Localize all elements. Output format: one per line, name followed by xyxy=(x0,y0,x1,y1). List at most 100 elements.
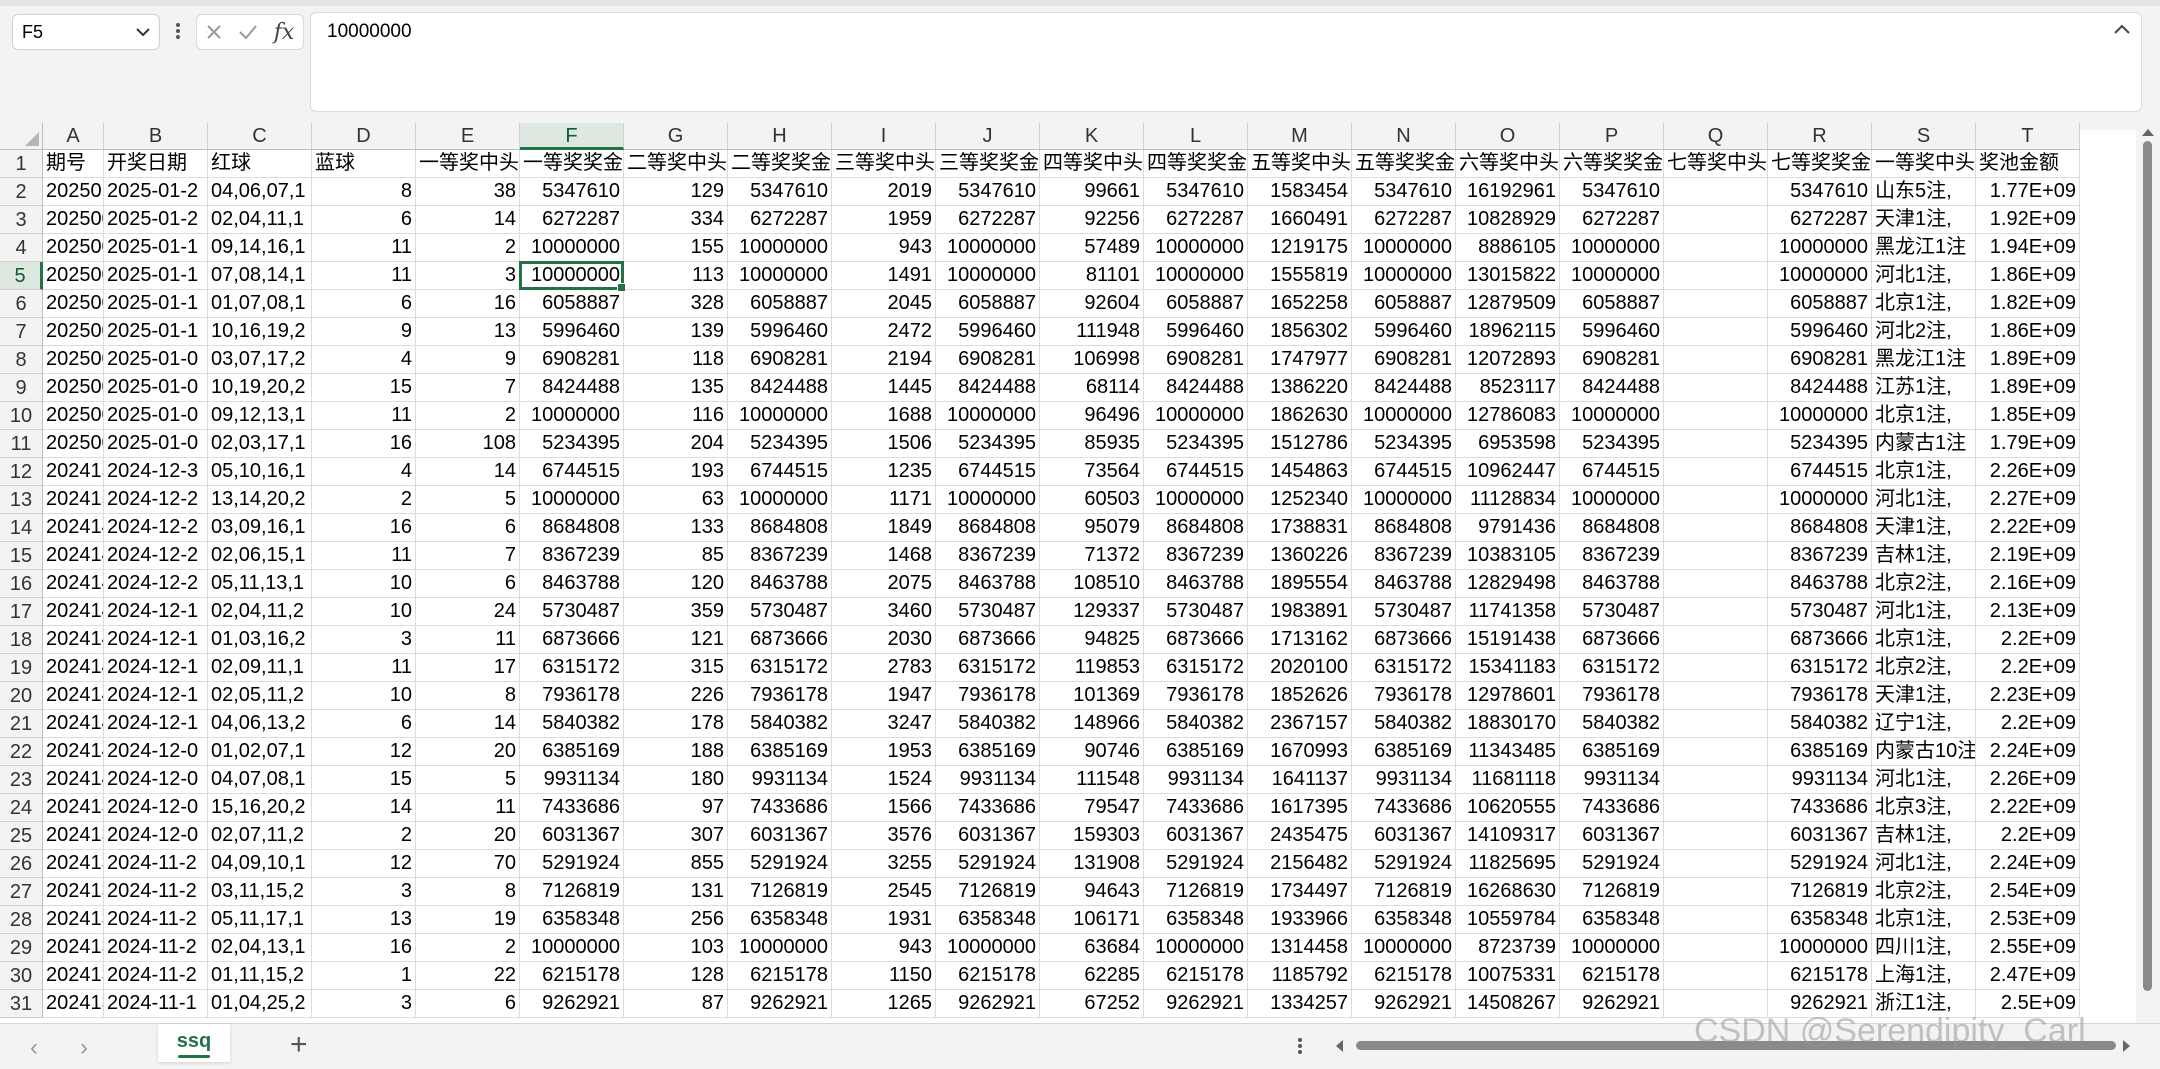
row-header-22[interactable]: 22 xyxy=(0,738,43,766)
cell-F10[interactable]: 10000000 xyxy=(520,402,624,430)
cell-L31[interactable]: 9262921 xyxy=(1144,990,1248,1018)
cell-O7[interactable]: 18962115 xyxy=(1456,318,1560,346)
cell-C19[interactable]: 02,09,11,1 xyxy=(208,654,312,682)
cell-F2[interactable]: 5347610 xyxy=(520,178,624,206)
cell-E15[interactable]: 7 xyxy=(416,542,520,570)
cell-R24[interactable]: 7433686 xyxy=(1768,794,1872,822)
cell-O25[interactable]: 14109317 xyxy=(1456,822,1560,850)
cell-L22[interactable]: 6385169 xyxy=(1144,738,1248,766)
cell-G22[interactable]: 188 xyxy=(624,738,728,766)
scroll-left-arrow-icon[interactable] xyxy=(1334,1039,1344,1053)
cell-M26[interactable]: 2156482 xyxy=(1248,850,1352,878)
cell-B29[interactable]: 2024-11-2 xyxy=(104,934,208,962)
cell-B30[interactable]: 2024-11-2 xyxy=(104,962,208,990)
cell-Q10[interactable] xyxy=(1664,402,1768,430)
column-header-O[interactable]: O xyxy=(1456,123,1560,150)
cell-I10[interactable]: 1688 xyxy=(832,402,936,430)
cell-M5[interactable]: 1555819 xyxy=(1248,262,1352,290)
cell-A24[interactable]: 2024139 xyxy=(43,794,104,822)
cell-K30[interactable]: 62285 xyxy=(1040,962,1144,990)
cell-E18[interactable]: 11 xyxy=(416,626,520,654)
cell-F23[interactable]: 9931134 xyxy=(520,766,624,794)
cell-Q30[interactable] xyxy=(1664,962,1768,990)
cell-Q5[interactable] xyxy=(1664,262,1768,290)
cell-N19[interactable]: 6315172 xyxy=(1352,654,1456,682)
cell-K26[interactable]: 131908 xyxy=(1040,850,1144,878)
cell-D16[interactable]: 10 xyxy=(312,570,416,598)
cell-F3[interactable]: 6272287 xyxy=(520,206,624,234)
cell-A17[interactable]: 2024146 xyxy=(43,598,104,626)
cell-S22[interactable]: 内蒙古10注 xyxy=(1872,738,1976,766)
cell-J13[interactable]: 10000000 xyxy=(936,486,1040,514)
cell-J10[interactable]: 10000000 xyxy=(936,402,1040,430)
cell-Q20[interactable] xyxy=(1664,682,1768,710)
cell-M16[interactable]: 1895554 xyxy=(1248,570,1352,598)
cell-S21[interactable]: 辽宁1注, xyxy=(1872,710,1976,738)
function-icon[interactable]: fx xyxy=(267,15,301,49)
cell-E24[interactable]: 11 xyxy=(416,794,520,822)
cell-P30[interactable]: 6215178 xyxy=(1560,962,1664,990)
cell-D22[interactable]: 12 xyxy=(312,738,416,766)
cell-C22[interactable]: 01,02,07,1 xyxy=(208,738,312,766)
cell-I4[interactable]: 943 xyxy=(832,234,936,262)
cell-J11[interactable]: 5234395 xyxy=(936,430,1040,458)
cell-R26[interactable]: 5291924 xyxy=(1768,850,1872,878)
cell-J2[interactable]: 5347610 xyxy=(936,178,1040,206)
cell-B21[interactable]: 2024-12-1 xyxy=(104,710,208,738)
cell-M8[interactable]: 1747977 xyxy=(1248,346,1352,374)
cell-T17[interactable]: 2.13E+09 xyxy=(1976,598,2080,626)
cell-K11[interactable]: 85935 xyxy=(1040,430,1144,458)
cell-E3[interactable]: 14 xyxy=(416,206,520,234)
cell-F17[interactable]: 5730487 xyxy=(520,598,624,626)
row-header-6[interactable]: 6 xyxy=(0,290,43,318)
tab-split-handle-icon[interactable] xyxy=(1296,1034,1304,1058)
cell-P22[interactable]: 6385169 xyxy=(1560,738,1664,766)
cell-R3[interactable]: 6272287 xyxy=(1768,206,1872,234)
cell-S20[interactable]: 天津1注, xyxy=(1872,682,1976,710)
cell-E9[interactable]: 7 xyxy=(416,374,520,402)
cell-C25[interactable]: 02,07,11,2 xyxy=(208,822,312,850)
cell-C17[interactable]: 02,04,11,2 xyxy=(208,598,312,626)
cell-K1[interactable]: 四等奖中头 xyxy=(1040,150,1144,178)
cell-I28[interactable]: 1931 xyxy=(832,906,936,934)
cell-F29[interactable]: 10000000 xyxy=(520,934,624,962)
cell-O24[interactable]: 10620555 xyxy=(1456,794,1560,822)
cell-C27[interactable]: 03,11,15,2 xyxy=(208,878,312,906)
row-header-31[interactable]: 31 xyxy=(0,990,43,1018)
cell-O29[interactable]: 8723739 xyxy=(1456,934,1560,962)
cell-C20[interactable]: 02,05,11,2 xyxy=(208,682,312,710)
dropdown-chevron-icon[interactable] xyxy=(135,26,151,38)
cell-R15[interactable]: 8367239 xyxy=(1768,542,1872,570)
row-header-11[interactable]: 11 xyxy=(0,430,43,458)
cell-P4[interactable]: 10000000 xyxy=(1560,234,1664,262)
cell-F21[interactable]: 5840382 xyxy=(520,710,624,738)
cell-M12[interactable]: 1454863 xyxy=(1248,458,1352,486)
cell-R20[interactable]: 7936178 xyxy=(1768,682,1872,710)
cell-N7[interactable]: 5996460 xyxy=(1352,318,1456,346)
column-header-K[interactable]: K xyxy=(1040,123,1144,150)
column-header-T[interactable]: T xyxy=(1976,123,2080,150)
cell-Q23[interactable] xyxy=(1664,766,1768,794)
cell-H21[interactable]: 5840382 xyxy=(728,710,832,738)
cell-F22[interactable]: 6385169 xyxy=(520,738,624,766)
more-options-icon[interactable] xyxy=(170,16,186,46)
select-all-button[interactable] xyxy=(0,123,43,150)
cell-M6[interactable]: 1652258 xyxy=(1248,290,1352,318)
cell-R4[interactable]: 10000000 xyxy=(1768,234,1872,262)
cell-D10[interactable]: 11 xyxy=(312,402,416,430)
cell-A31[interactable]: 2024132 xyxy=(43,990,104,1018)
cell-I25[interactable]: 3576 xyxy=(832,822,936,850)
row-header-1[interactable]: 1 xyxy=(0,150,43,178)
cell-J19[interactable]: 6315172 xyxy=(936,654,1040,682)
cell-B24[interactable]: 2024-12-0 xyxy=(104,794,208,822)
cancel-icon[interactable] xyxy=(197,15,231,49)
column-header-P[interactable]: P xyxy=(1560,123,1664,150)
cell-T3[interactable]: 1.92E+09 xyxy=(1976,206,2080,234)
cell-N31[interactable]: 9262921 xyxy=(1352,990,1456,1018)
cell-T10[interactable]: 1.85E+09 xyxy=(1976,402,2080,430)
cell-I11[interactable]: 1506 xyxy=(832,430,936,458)
cell-Q11[interactable] xyxy=(1664,430,1768,458)
cell-L20[interactable]: 7936178 xyxy=(1144,682,1248,710)
cell-H30[interactable]: 6215178 xyxy=(728,962,832,990)
cell-C28[interactable]: 05,11,17,1 xyxy=(208,906,312,934)
